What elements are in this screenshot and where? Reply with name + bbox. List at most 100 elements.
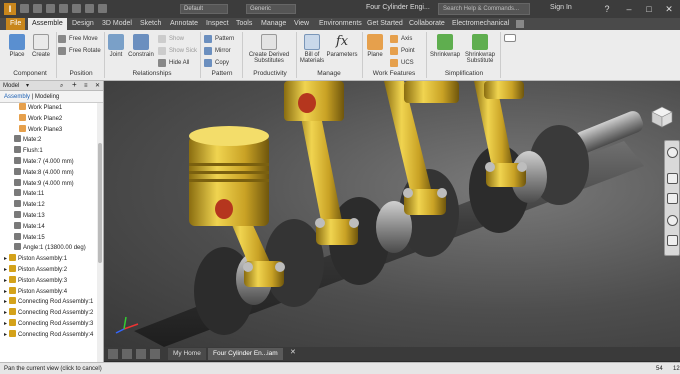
browser-add-icon[interactable]: + xyxy=(72,80,77,90)
browser-scrollbar[interactable] xyxy=(97,103,103,364)
browser-close-icon[interactable]: ✕ xyxy=(95,81,100,91)
browser-node[interactable]: Mate:14 xyxy=(14,221,45,232)
tab-inspect[interactable]: Inspect xyxy=(202,18,233,30)
create-derived-substitutes-button[interactable]: Create Derived Substitutes xyxy=(244,34,294,64)
tab-document[interactable]: Four Cylinder En...iam xyxy=(208,348,283,360)
tab-my-home[interactable]: My Home xyxy=(168,348,206,360)
browser-node[interactable]: ▸ Piston Assembly:3 xyxy=(4,275,67,286)
tab-manage[interactable]: Manage xyxy=(257,18,290,30)
browser-node[interactable]: Mate:13 xyxy=(14,211,45,221)
tab-file[interactable]: File xyxy=(6,18,26,30)
shrinkwrap-button[interactable]: Shrinkwrap xyxy=(428,34,462,58)
tab-cascade-icon[interactable] xyxy=(136,349,146,359)
tab-collaborate[interactable]: Collaborate xyxy=(405,18,449,30)
tab-menu-icon[interactable] xyxy=(108,349,118,359)
browser-node[interactable]: Mate:9 (4.000 mm) xyxy=(14,178,74,189)
plane-button[interactable]: Plane xyxy=(364,34,386,58)
browser-node[interactable]: Mate:11 xyxy=(14,189,44,199)
graphics-viewport[interactable] xyxy=(104,81,680,347)
browser-node[interactable]: Work Plane1 xyxy=(19,103,62,113)
show-sick-button[interactable]: Show Sick xyxy=(158,46,197,56)
expand-icon[interactable]: ▸ xyxy=(4,289,7,295)
browser-dropdown-icon[interactable]: ▾ xyxy=(26,81,29,91)
browser-node[interactable]: ▸ Connecting Rod Assembly:3 xyxy=(4,319,93,329)
tab-annotate[interactable]: Annotate xyxy=(166,18,202,30)
viewcube[interactable] xyxy=(650,104,674,128)
copy-button[interactable]: Copy xyxy=(204,58,229,68)
browser-tab-modeling[interactable]: Modeling xyxy=(35,94,59,100)
tab-3d-model[interactable]: 3D Model xyxy=(98,18,136,30)
expand-icon[interactable]: ▸ xyxy=(4,321,7,327)
point-button[interactable]: Point xyxy=(390,46,415,56)
ribbon-minimize-icon[interactable] xyxy=(516,20,524,28)
axis-button[interactable]: Axis xyxy=(390,34,412,44)
show-button[interactable]: Show xyxy=(158,34,184,44)
close-tab-icon[interactable]: ✕ xyxy=(290,348,296,356)
redo-icon[interactable] xyxy=(72,4,81,13)
mirror-button[interactable]: Mirror xyxy=(204,46,231,56)
tab-environments[interactable]: Environments xyxy=(315,18,366,30)
search-input[interactable]: Search Help & Commands... xyxy=(438,3,530,15)
sign-in-button[interactable]: Sign In xyxy=(550,4,572,11)
browser-node[interactable]: ▸ Connecting Rod Assembly:4 xyxy=(4,329,93,340)
open-icon[interactable] xyxy=(33,4,42,13)
save-icon[interactable] xyxy=(46,4,55,13)
expand-icon[interactable]: ▸ xyxy=(4,256,7,262)
home-icon[interactable] xyxy=(85,4,94,13)
browser-node[interactable]: Work Plane2 xyxy=(19,113,62,124)
ribbon-options-dropdown[interactable] xyxy=(504,34,516,42)
ucs-button[interactable]: UCS xyxy=(390,58,414,68)
zoom-icon[interactable] xyxy=(667,193,678,204)
browser-node[interactable]: Mate:7 (4.000 mm) xyxy=(14,157,74,167)
constrain-button[interactable]: Constrain xyxy=(126,34,156,58)
pattern-button[interactable]: Pattern xyxy=(204,34,234,44)
tab-design[interactable]: Design xyxy=(68,18,98,30)
tab-tools[interactable]: Tools xyxy=(232,18,256,30)
tab-assemble[interactable]: Assemble xyxy=(28,18,67,30)
browser-node[interactable]: Mate:15 xyxy=(14,232,45,243)
bill-of-materials-button[interactable]: Bill of Materials xyxy=(298,34,326,64)
parameters-button[interactable]: fx Parameters xyxy=(326,34,358,58)
expand-icon[interactable]: ▸ xyxy=(4,267,7,273)
maximize-icon[interactable]: □ xyxy=(642,3,656,15)
hide-all-button[interactable]: Hide All xyxy=(158,58,189,68)
browser-node[interactable]: Mate:2 xyxy=(14,135,41,145)
free-rotate-button[interactable]: Free Rotate xyxy=(58,46,101,56)
material-select[interactable]: Default xyxy=(180,4,228,14)
appearance-select[interactable]: Generic xyxy=(246,4,296,14)
place-button[interactable]: Place xyxy=(6,34,28,58)
browser-tab-assembly[interactable]: Assembly xyxy=(4,94,30,100)
expand-icon[interactable]: ▸ xyxy=(4,332,7,338)
browser-node[interactable]: ▸ Connecting Rod Assembly:2 xyxy=(4,308,93,318)
tab-view[interactable]: View xyxy=(290,18,313,30)
help-button[interactable]: ? xyxy=(600,3,614,15)
look-at-icon[interactable] xyxy=(667,235,678,246)
scrollbar-thumb[interactable] xyxy=(98,143,102,263)
tab-electromechanical[interactable]: Electromechanical xyxy=(448,18,513,30)
browser-node[interactable]: Flush:1 xyxy=(14,146,43,156)
pan-icon[interactable] xyxy=(667,173,678,184)
expand-icon[interactable]: ▸ xyxy=(4,278,7,284)
create-button[interactable]: Create xyxy=(30,34,52,58)
undo-icon[interactable] xyxy=(59,4,68,13)
tab-sketch[interactable]: Sketch xyxy=(136,18,165,30)
browser-node[interactable]: ▸ Piston Assembly:1 xyxy=(4,254,67,264)
app-logo[interactable]: I xyxy=(4,3,16,15)
shrinkwrap-substitute-button[interactable]: Shrinkwrap Substitute xyxy=(462,34,498,64)
orbit-icon[interactable] xyxy=(667,215,678,226)
full-navigation-wheel-icon[interactable] xyxy=(667,147,678,158)
browser-node[interactable]: ▸ Piston Assembly:4 xyxy=(4,286,67,297)
tab-get-started[interactable]: Get Started xyxy=(363,18,407,30)
browser-node[interactable]: ▸ Piston Assembly:2 xyxy=(4,265,67,275)
expand-icon[interactable]: ▸ xyxy=(4,299,7,305)
browser-node[interactable]: Work Plane3 xyxy=(19,124,62,135)
tab-tile-icon[interactable] xyxy=(122,349,132,359)
browser-menu-icon[interactable]: ≡ xyxy=(84,81,88,91)
browser-node[interactable]: Mate:12 xyxy=(14,200,45,210)
browser-search-icon[interactable]: ⌕ xyxy=(60,81,63,91)
free-move-button[interactable]: Free Move xyxy=(58,34,98,44)
tab-list-icon[interactable] xyxy=(150,349,160,359)
browser-node[interactable]: Mate:8 (4.000 mm) xyxy=(14,167,74,178)
browser-node[interactable]: Angle:1 (13800.00 deg) xyxy=(14,243,86,253)
close-icon[interactable]: ✕ xyxy=(662,3,676,15)
